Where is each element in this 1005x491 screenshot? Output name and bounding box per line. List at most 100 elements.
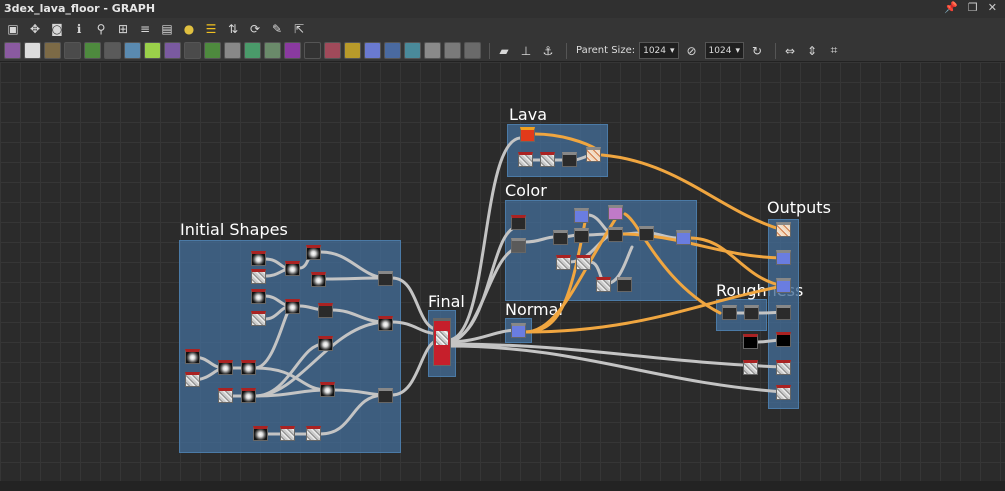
center-view-icon[interactable]: ✥ <box>26 20 44 38</box>
uniform-node-button[interactable] <box>164 42 181 59</box>
pin-icon[interactable]: 📌 <box>944 1 958 14</box>
fill-node-button[interactable] <box>44 42 61 59</box>
node-shape-glow[interactable] <box>306 245 321 260</box>
node-output-metallic[interactable] <box>776 332 791 347</box>
tile-node-button[interactable] <box>404 42 421 59</box>
output2-node-button[interactable] <box>464 42 481 59</box>
input-node-button[interactable] <box>424 42 441 59</box>
output-node-button[interactable] <box>444 42 461 59</box>
frame-node-button[interactable] <box>384 42 401 59</box>
restore-icon[interactable]: ❐ <box>968 1 978 14</box>
node-lava-color[interactable] <box>520 127 535 142</box>
node-shape-noise[interactable] <box>280 426 295 441</box>
node-output-roughness[interactable] <box>776 305 791 320</box>
histogram-node-button[interactable] <box>264 42 281 59</box>
fit-horizontal-icon[interactable]: ⇔ <box>781 42 799 60</box>
node-output-basecolor[interactable] <box>776 222 791 237</box>
node-lava-warp[interactable] <box>562 152 577 167</box>
route-icon[interactable]: ⇅ <box>224 20 242 38</box>
node-shape-glow[interactable] <box>318 336 333 351</box>
node-color-blend[interactable] <box>639 226 654 241</box>
node-shape-noise[interactable] <box>251 269 266 284</box>
node-output-ao[interactable] <box>776 385 791 400</box>
node-roughness-blend[interactable] <box>744 305 759 320</box>
bitmap-node-button[interactable] <box>4 42 21 59</box>
node-shape-glow[interactable] <box>241 360 256 375</box>
node-shape-glow[interactable] <box>251 289 266 304</box>
node-color-blend[interactable] <box>574 228 589 243</box>
screenshot-icon[interactable]: ◙ <box>48 20 66 38</box>
node-shape-glow[interactable] <box>253 426 268 441</box>
node-blend[interactable] <box>378 316 393 331</box>
node-output-height[interactable] <box>776 360 791 375</box>
sharpen-node-button[interactable] <box>344 42 361 59</box>
node-color-gradient[interactable] <box>574 208 589 223</box>
node-blend[interactable] <box>378 271 393 286</box>
node-shape-glow[interactable] <box>241 388 256 403</box>
node-shape-glow[interactable] <box>311 272 326 287</box>
gradient-map-node-button[interactable] <box>144 42 161 59</box>
color-node-button[interactable] <box>104 42 121 59</box>
list-icon[interactable]: ▤ <box>158 20 176 38</box>
refresh-icon[interactable]: ⟳ <box>246 20 264 38</box>
fx-map-node-button[interactable] <box>204 42 221 59</box>
node-color-noise[interactable] <box>556 255 571 270</box>
node-shape-noise[interactable] <box>306 426 321 441</box>
node-color-noise[interactable] <box>596 277 611 292</box>
warp-node-button[interactable] <box>244 42 261 59</box>
text-node-button[interactable] <box>364 42 381 59</box>
emboss-node-button[interactable] <box>324 42 341 59</box>
node-color-blend[interactable] <box>676 230 691 245</box>
fit-vertical-icon[interactable]: ⇕ <box>803 42 821 60</box>
anchor-icon[interactable]: ⚓ <box>539 42 557 60</box>
node-shape-noise[interactable] <box>218 388 233 403</box>
export-icon[interactable]: ⇱ <box>290 20 308 38</box>
node-shape-noise[interactable] <box>251 311 266 326</box>
tools-icon[interactable]: ✎ <box>268 20 286 38</box>
node-shape-glow[interactable] <box>285 299 300 314</box>
node-color-blend[interactable] <box>553 230 568 245</box>
link-icon[interactable]: ⊘ <box>683 42 701 60</box>
node-transform[interactable] <box>318 303 333 318</box>
node-color-warp[interactable] <box>617 277 632 292</box>
node-shape-glow[interactable] <box>285 261 300 276</box>
parent-height-select[interactable]: 1024 ▾ <box>704 42 744 59</box>
node-color-levels[interactable] <box>511 238 526 253</box>
grid-node-button[interactable] <box>184 42 201 59</box>
node-shape-glow[interactable] <box>218 360 233 375</box>
node-color-noise[interactable] <box>576 255 591 270</box>
node-output-normal[interactable] <box>776 278 791 293</box>
close-icon[interactable]: ✕ <box>988 1 997 14</box>
reset-icon[interactable]: ↻ <box>748 42 766 60</box>
node-lava-blend[interactable] <box>586 147 601 162</box>
node-height-noise[interactable] <box>743 360 758 375</box>
graph-canvas[interactable]: Initial Shapes Final Lava Color Normal R… <box>0 62 1005 481</box>
node-shape-glow[interactable] <box>185 349 200 364</box>
frame-select-icon[interactable]: ▣ <box>4 20 22 38</box>
python-icon[interactable]: ● <box>180 20 198 38</box>
hsl-node-button[interactable] <box>284 42 301 59</box>
transform-node-button[interactable] <box>124 42 141 59</box>
connect-icon[interactable]: ☰ <box>202 20 220 38</box>
pin-node-icon[interactable]: ⊥ <box>517 42 535 60</box>
hierarchy-icon[interactable]: ⊞ <box>114 20 132 38</box>
node-blend[interactable] <box>378 388 393 403</box>
node-color-input[interactable] <box>511 215 526 230</box>
node-lava-noise[interactable] <box>540 152 555 167</box>
comment-icon[interactable]: ▰ <box>495 42 513 60</box>
node-normal[interactable] <box>511 323 526 338</box>
svg-node-button[interactable] <box>24 42 41 59</box>
node-shape-glow[interactable] <box>251 251 266 266</box>
node-color-uniform[interactable] <box>608 205 623 220</box>
parent-width-select[interactable]: 1024 ▾ <box>639 42 679 59</box>
node-shape-noise[interactable] <box>185 372 200 387</box>
search-icon[interactable]: ⚲ <box>92 20 110 38</box>
node-final-output[interactable] <box>433 318 451 366</box>
node-blend[interactable] <box>320 382 335 397</box>
align-icon[interactable]: ≡ <box>136 20 154 38</box>
blend-node-button[interactable] <box>64 42 81 59</box>
node-metallic-input[interactable] <box>743 334 758 349</box>
node-roughness-levels[interactable] <box>722 305 737 320</box>
node-output-emissive[interactable] <box>776 250 791 265</box>
node-color-blend[interactable] <box>608 227 623 242</box>
